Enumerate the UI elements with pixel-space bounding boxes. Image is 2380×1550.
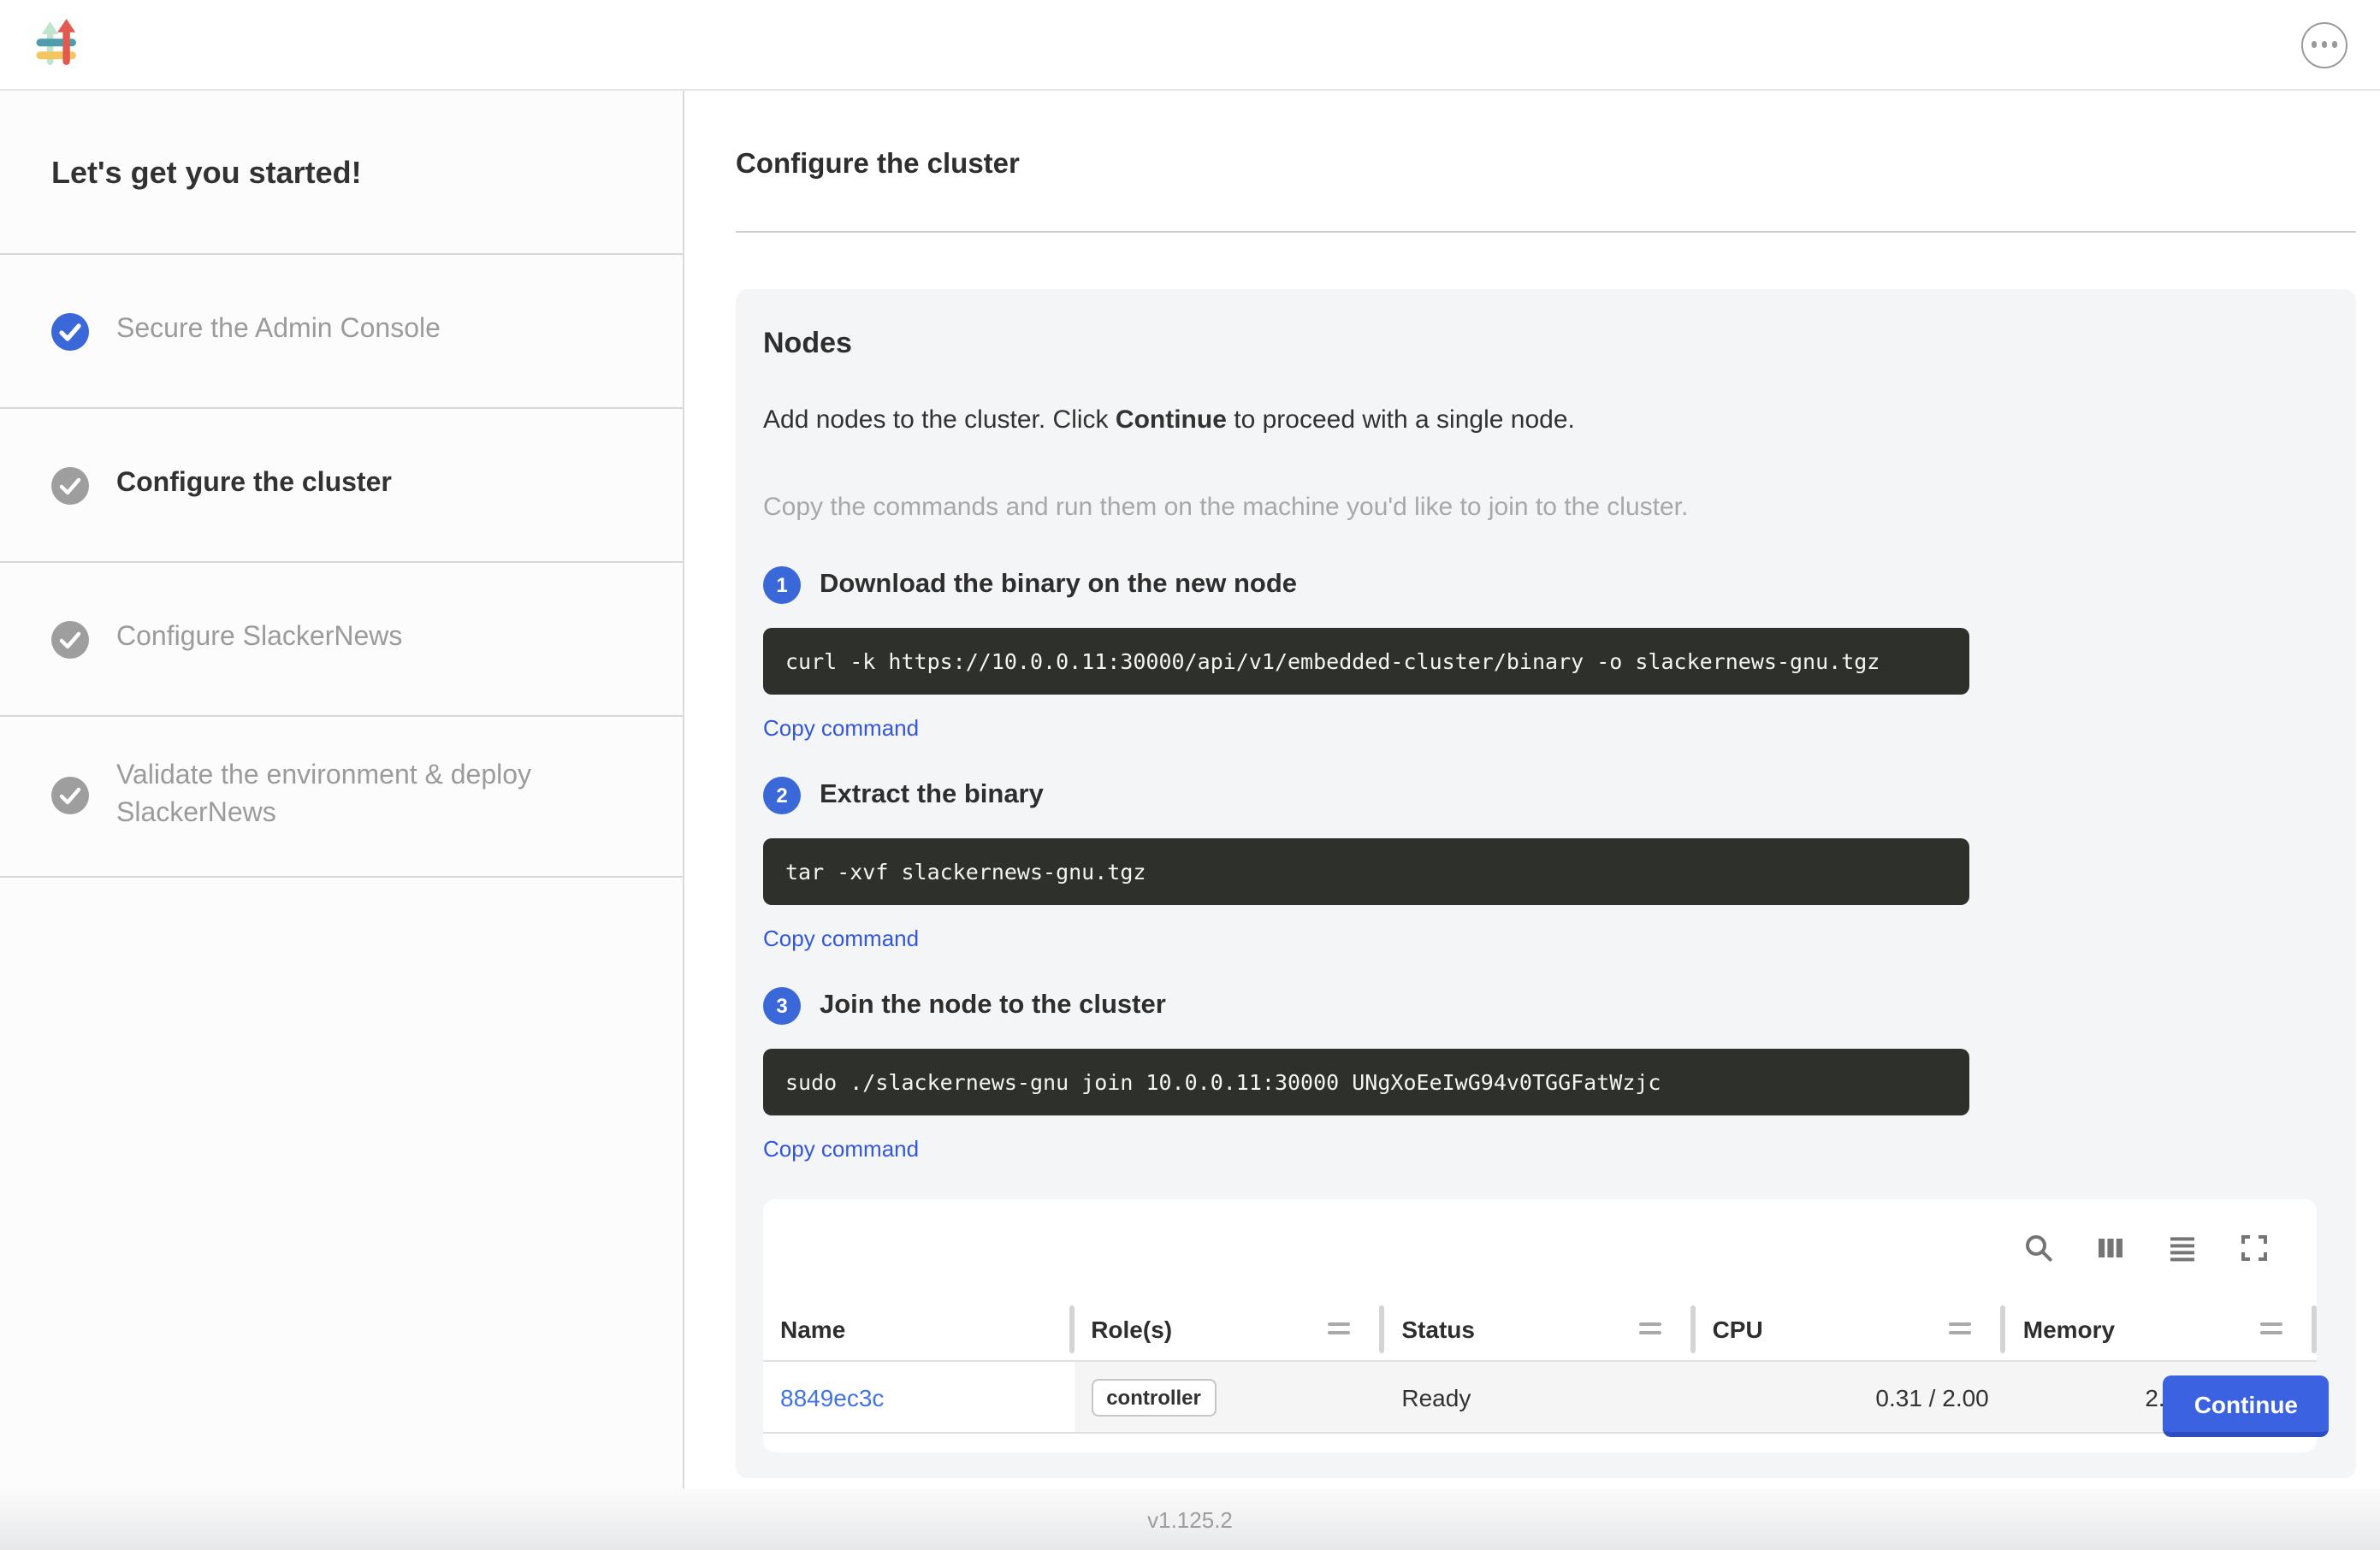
table-header-row: Name Role(s) Status — [763, 1297, 2317, 1362]
setup-steps-sidebar: Let's get you started! Secure the Admin … — [0, 91, 684, 1488]
column-header-roles[interactable]: Role(s) — [1074, 1297, 1384, 1360]
nodes-table-card: Name Role(s) Status — [763, 1199, 2317, 1452]
node-roles-cell: controller — [1074, 1362, 1384, 1432]
check-circle-pending-icon — [51, 778, 89, 815]
check-circle-pending-icon — [51, 620, 89, 658]
copy-command-link-1[interactable]: Copy command — [763, 715, 919, 741]
app-logo-icon — [33, 19, 84, 70]
main-content: Configure the cluster Nodes Add nodes to… — [684, 91, 2380, 1488]
role-chip: controller — [1091, 1378, 1217, 1416]
node-table-row: 8849ec3c controller Ready 0.31 / 2.00 2. — [763, 1362, 2317, 1434]
copy-commands-hint: Copy the commands and run them on the ma… — [763, 493, 2329, 522]
step-number-badge: 2 — [763, 777, 801, 814]
nodes-intro: Add nodes to the cluster. Click Continue… — [763, 405, 2329, 435]
column-header-cpu[interactable]: CPU — [1696, 1297, 2006, 1360]
table-toolbar — [763, 1199, 2317, 1297]
column-header-memory[interactable]: Memory — [2006, 1297, 2317, 1360]
extract-command-block: tar -xvf slackernews-gnu.tgz — [763, 838, 1969, 905]
column-menu-icon[interactable] — [1950, 1322, 1972, 1334]
column-header-name[interactable]: Name — [763, 1297, 1074, 1360]
sidebar-item-label: Configure the cluster — [116, 466, 392, 505]
check-circle-completed-icon — [51, 312, 89, 350]
page-title: Configure the cluster — [736, 149, 2356, 181]
version-label: v1.125.2 — [1147, 1506, 1233, 1532]
app-window: Let's get you started! Secure the Admin … — [0, 0, 2380, 1550]
column-menu-icon[interactable] — [1639, 1322, 1661, 1334]
continue-button[interactable]: Continue — [2164, 1375, 2329, 1437]
download-command-text: curl -k https://10.0.0.11:30000/api/v1/e… — [785, 648, 1880, 674]
step-number-badge: 3 — [763, 987, 801, 1025]
join-command-text: sudo ./slackernews-gnu join 10.0.0.11:30… — [785, 1069, 1661, 1095]
top-bar — [0, 0, 2380, 91]
step-title: Join the node to the cluster — [820, 991, 1166, 1021]
join-command-block: sudo ./slackernews-gnu join 10.0.0.11:30… — [763, 1049, 1969, 1115]
title-divider — [736, 231, 2356, 233]
search-icon[interactable] — [2024, 1233, 2053, 1263]
node-status-cell: Ready — [1384, 1362, 1695, 1432]
nodes-heading: Nodes — [763, 327, 2329, 361]
extract-command-text: tar -xvf slackernews-gnu.tgz — [785, 859, 1146, 884]
ellipsis-menu-button[interactable] — [2301, 21, 2347, 68]
node-name-link[interactable]: 8849ec3c — [780, 1383, 884, 1411]
step-3-header: 3 Join the node to the cluster — [763, 987, 2329, 1025]
column-menu-icon[interactable] — [2260, 1322, 2282, 1334]
sidebar-item-label: Configure SlackerNews — [116, 620, 402, 659]
sidebar-item-secure-admin-console: Secure the Admin Console — [0, 255, 683, 409]
step-title: Download the binary on the new node — [820, 570, 1297, 600]
check-circle-pending-icon — [51, 466, 89, 504]
status-value: Ready — [1401, 1383, 1471, 1411]
sidebar-item-configure-slackernews: Configure SlackerNews — [0, 563, 683, 717]
step-title: Extract the binary — [820, 780, 1044, 811]
step-1-header: 1 Download the binary on the new node — [763, 566, 2329, 604]
sidebar-item-label: Secure the Admin Console — [116, 312, 441, 351]
column-separator[interactable] — [2312, 1304, 2317, 1352]
node-name-cell: 8849ec3c — [763, 1362, 1074, 1432]
columns-icon[interactable] — [2096, 1233, 2125, 1263]
column-menu-icon[interactable] — [1328, 1322, 1350, 1334]
node-cpu-cell: 0.31 / 2.00 — [1696, 1362, 2006, 1432]
density-icon[interactable] — [2168, 1233, 2197, 1263]
fullscreen-icon[interactable] — [2240, 1233, 2269, 1263]
sidebar-heading: Let's get you started! — [0, 91, 683, 255]
nodes-card: Nodes Add nodes to the cluster. Click Co… — [736, 289, 2356, 1478]
sidebar-item-label: Validate the environment & deploy Slacke… — [116, 758, 614, 835]
sidebar-item-configure-cluster: Configure the cluster — [0, 409, 683, 563]
continue-emphasis: Continue — [1116, 405, 1227, 435]
step-number-badge: 1 — [763, 566, 801, 604]
ellipsis-icon — [2312, 42, 2318, 48]
step-2-header: 2 Extract the binary — [763, 777, 2329, 814]
column-header-status[interactable]: Status — [1384, 1297, 1695, 1360]
download-command-block: curl -k https://10.0.0.11:30000/api/v1/e… — [763, 628, 1969, 695]
app-footer: v1.125.2 — [0, 1488, 2380, 1550]
copy-command-link-2[interactable]: Copy command — [763, 926, 919, 951]
copy-command-link-3[interactable]: Copy command — [763, 1136, 919, 1162]
sidebar-item-validate-deploy: Validate the environment & deploy Slacke… — [0, 717, 683, 878]
cpu-value: 0.31 / 2.00 — [1875, 1383, 1988, 1411]
